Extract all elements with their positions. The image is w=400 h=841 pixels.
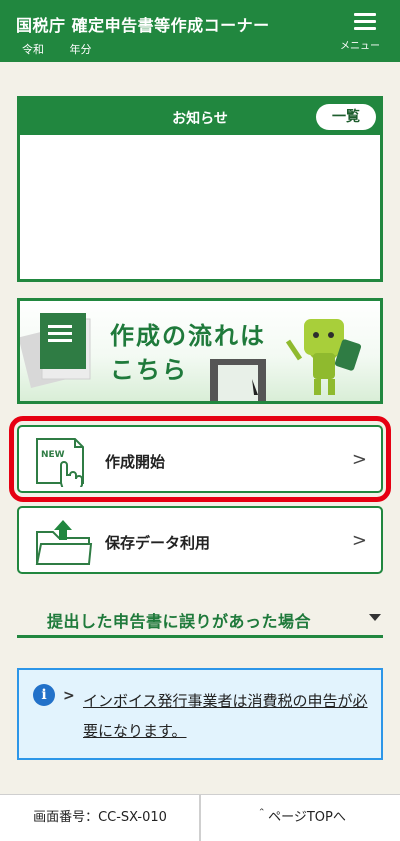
new-badge: NEW xyxy=(41,450,65,460)
create-start-button[interactable]: NEW 作成開始 > xyxy=(17,425,383,493)
era-label: 令和 xyxy=(22,43,44,56)
notice-header: お知らせ 一覧 xyxy=(20,99,380,135)
notice-list-button[interactable]: 一覧 xyxy=(316,104,376,130)
create-start-label: 作成開始 xyxy=(105,453,166,471)
menu-button[interactable]: メニュー xyxy=(340,10,388,54)
chevron-right-icon: > xyxy=(351,449,367,470)
page-top-link[interactable]: ＾ページTOPへ xyxy=(201,795,400,841)
app-header: 国税庁 確定申告書等作成コーナー 令和 年分 メニュー xyxy=(0,0,400,62)
folder-upload-icon xyxy=(35,520,93,565)
invoice-notice-link[interactable]: インボイス発行事業者は消費税の申告が必要になります。 xyxy=(83,686,373,746)
flow-banner-line2: こちら xyxy=(110,356,188,384)
use-saved-data-label: 保存データ利用 xyxy=(105,534,211,552)
caret-down-icon xyxy=(369,614,381,621)
chevron-right-icon: > xyxy=(351,530,367,551)
notice-panel: お知らせ 一覧 xyxy=(17,96,383,282)
info-icon: i xyxy=(33,684,55,706)
footer: 画面番号：CC-SX-010 ＾ページTOPへ xyxy=(0,794,400,841)
menu-label: メニュー xyxy=(340,41,380,52)
correction-accordion[interactable]: 提出した申告書に誤りがあった場合 xyxy=(17,600,383,638)
hamburger-icon xyxy=(354,13,376,34)
link-arrow-icon: > xyxy=(63,688,75,704)
tax-year: 令和 年分 xyxy=(22,41,114,57)
flow-banner-text: 作成の流れは こちら xyxy=(110,319,266,387)
new-document-tap-icon: NEW xyxy=(36,438,84,487)
correction-accordion-label: 提出した申告書に誤りがあった場合 xyxy=(47,612,312,631)
app-title: 国税庁 確定申告書等作成コーナー xyxy=(16,16,270,35)
screen-number: 画面番号：CC-SX-010 xyxy=(33,810,167,825)
use-saved-data-button[interactable]: 保存データ利用 > xyxy=(17,506,383,574)
info-box: i > インボイス発行事業者は消費税の申告が必要になります。 xyxy=(17,668,383,760)
flow-guide-banner[interactable]: 作成の流れは こちら xyxy=(17,298,383,404)
year-unit-label: 年分 xyxy=(69,43,92,56)
flow-banner-line1: 作成の流れは xyxy=(110,322,266,350)
